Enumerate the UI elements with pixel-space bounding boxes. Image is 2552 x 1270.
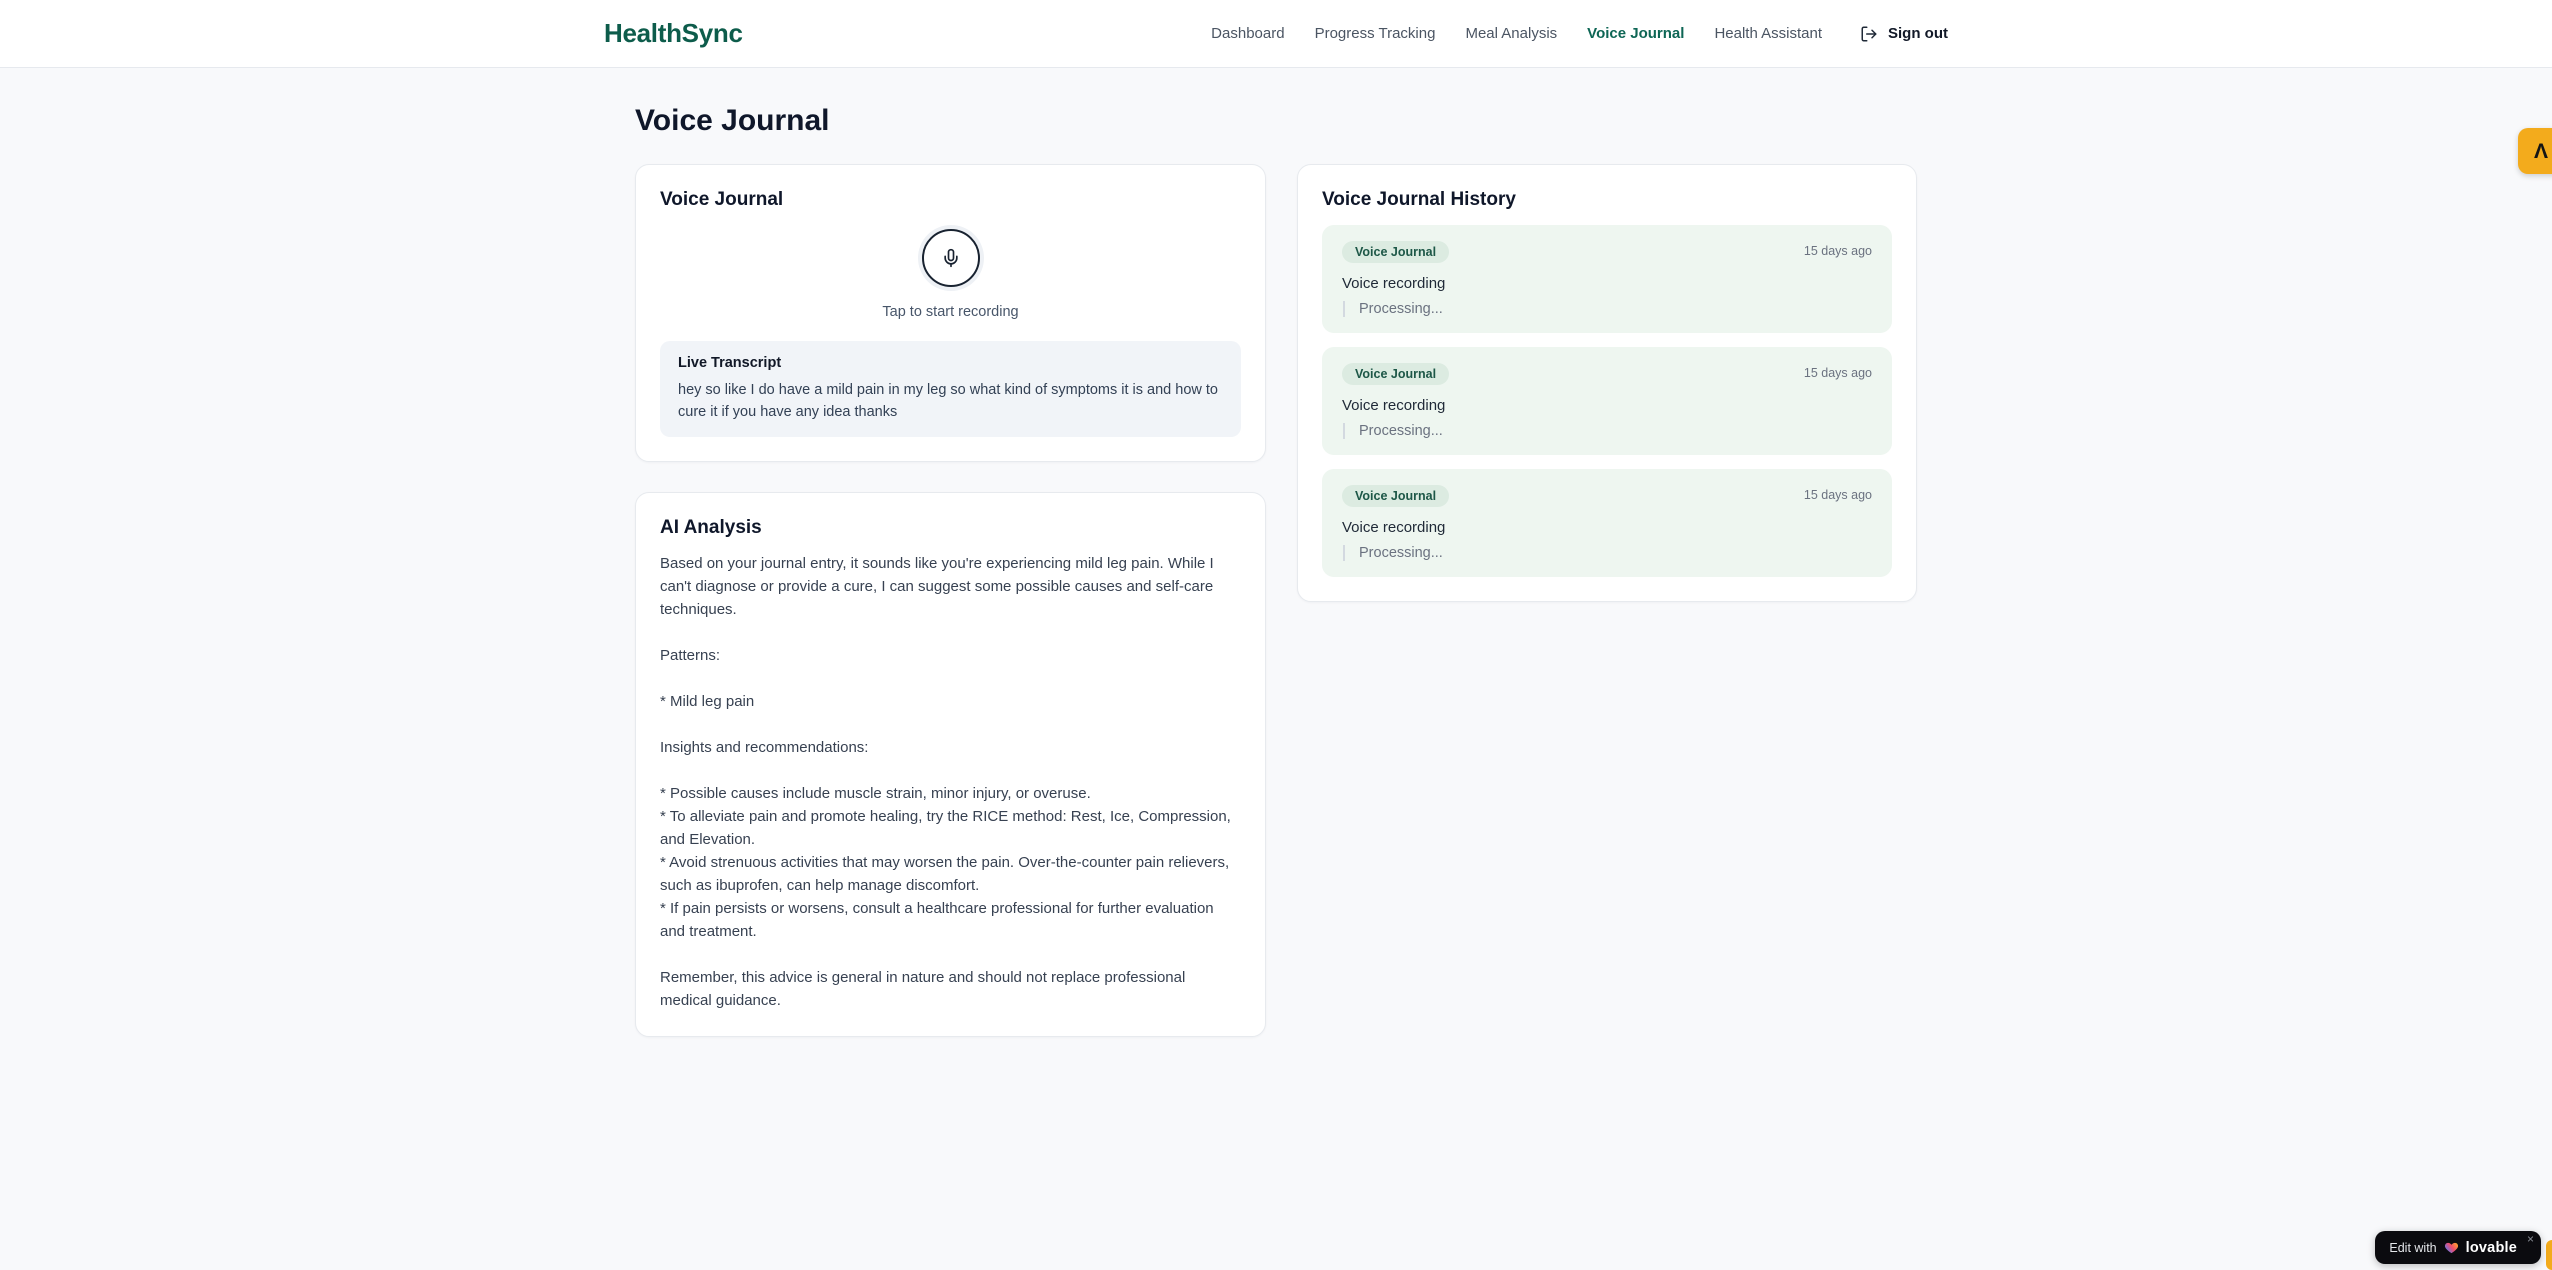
main-content: Voice Journal Voice Journal Tap to start… [635,68,1917,1038]
history-badge: Voice Journal [1342,363,1450,385]
sign-out-button[interactable]: Sign out [1860,25,1948,43]
history-entry-title: Voice recording [1342,275,1446,292]
edit-with-label: Edit with [2389,1240,2437,1255]
tap-hint: Tap to start recording [882,304,1019,320]
history-status: Processing... [1343,423,1872,439]
ai-analysis-card: AI Analysis Based on your journal entry,… [635,492,1266,1038]
nav-item-voice-journal[interactable]: Voice Journal [1587,25,1684,42]
lovable-edit-badge[interactable]: Edit with lovable × [2375,1231,2541,1264]
nav-item-meal-analysis[interactable]: Meal Analysis [1465,25,1557,42]
live-transcript-box: Live Transcript hey so like I do have a … [660,341,1241,438]
brand-logo[interactable]: HealthSync [604,18,743,49]
ai-analysis-body: Based on your journal entry, it sounds l… [660,555,1231,1010]
browser-extension-badge[interactable]: Λ [2518,128,2552,174]
history-badge: Voice Journal [1342,485,1450,507]
header-inner: HealthSync Dashboard Progress Tracking M… [588,18,1964,49]
nav-item-progress-tracking[interactable]: Progress Tracking [1315,25,1436,42]
history-card: Voice Journal History Voice Journal 15 d… [1297,164,1917,602]
voice-recorder-card: Voice Journal Tap to start recording Liv… [635,164,1266,463]
lovable-brand-label: lovable [2465,1239,2517,1256]
sign-out-label: Sign out [1888,25,1948,42]
ai-analysis-title: AI Analysis [660,517,762,539]
history-item-header: Voice Journal 15 days ago [1342,485,1872,507]
recorder-card-title: Voice Journal [660,189,784,210]
history-card-title: Voice Journal History [1322,189,1516,210]
header: HealthSync Dashboard Progress Tracking M… [0,0,2552,68]
close-icon[interactable]: × [2527,1233,2534,1245]
live-transcript-title: Live Transcript [678,355,782,371]
main-nav: Dashboard Progress Tracking Meal Analysi… [1211,25,1948,43]
history-item[interactable]: Voice Journal 15 days ago Voice recordin… [1322,225,1892,333]
history-item-header: Voice Journal 15 days ago [1342,241,1872,263]
history-entry-title: Voice recording [1342,519,1446,536]
content-grid: Voice Journal Tap to start recording Liv… [635,164,1917,1038]
history-item[interactable]: Voice Journal 15 days ago Voice recordin… [1322,469,1892,577]
lovable-heart-icon [2444,1240,2459,1255]
logout-icon [1860,25,1878,43]
history-timestamp: 15 days ago [1803,488,1872,502]
history-item[interactable]: Voice Journal 15 days ago Voice recordin… [1322,347,1892,455]
history-status: Processing... [1343,545,1872,561]
history-timestamp: 15 days ago [1803,244,1872,258]
microphone-icon [941,248,961,268]
extension-icon: Λ [2533,139,2548,163]
history-status: Processing... [1343,301,1872,317]
nav-item-dashboard[interactable]: Dashboard [1211,25,1284,42]
mic-area: Tap to start recording [660,229,1241,320]
left-column: Voice Journal Tap to start recording Liv… [635,164,1266,1038]
history-item-header: Voice Journal 15 days ago [1342,363,1872,385]
nav-item-health-assistant[interactable]: Health Assistant [1714,25,1822,42]
live-transcript-text: hey so like I do have a mild pain in my … [678,382,1218,421]
history-entry-title: Voice recording [1342,397,1446,414]
page-title: Voice Journal [635,104,830,137]
record-button[interactable] [921,229,980,287]
history-badge: Voice Journal [1342,241,1450,263]
corner-extension-badge[interactable] [2546,1240,2552,1270]
history-timestamp: 15 days ago [1803,366,1872,380]
